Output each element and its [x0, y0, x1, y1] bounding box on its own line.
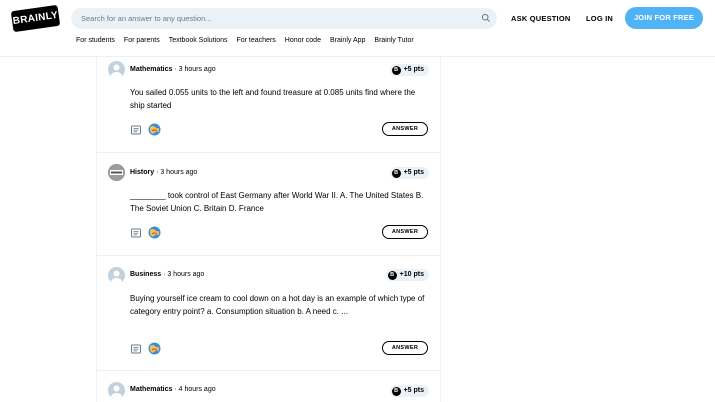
avatar[interactable] — [108, 267, 125, 284]
points-icon: B — [387, 270, 397, 280]
question-attachments — [130, 342, 161, 355]
ask-question-button[interactable]: ASK QUESTION — [511, 14, 571, 23]
points-badge: B +5 pts — [389, 167, 429, 179]
question-text[interactable]: You sailed 0.055 units to the left and f… — [130, 86, 426, 112]
avatar[interactable] — [108, 61, 125, 78]
answer-button[interactable]: ANSWER — [382, 225, 428, 239]
points-value: +5 pts — [403, 169, 424, 176]
nav-brainly-tutor[interactable]: Brainly Tutor — [374, 37, 413, 44]
nav-for-students[interactable]: For students — [76, 37, 115, 44]
points-icon: B — [391, 65, 401, 75]
login-button[interactable]: LOG IN — [586, 14, 613, 23]
points-value: +10 pts — [399, 271, 424, 278]
points-value: +5 pts — [403, 66, 424, 73]
search-bar[interactable] — [71, 8, 497, 29]
globe-icon — [148, 226, 161, 239]
document-icon — [131, 228, 141, 237]
subject-link[interactable]: History — [130, 169, 154, 176]
user-avatar-image — [108, 164, 125, 181]
question-time: · 3 hours ago — [172, 66, 216, 73]
question-text[interactable]: ________ took control of East Germany af… — [130, 189, 426, 215]
user-icon — [111, 385, 122, 399]
header: BRAINLY ASK QUESTION LOG IN JOIN FOR FRE… — [0, 0, 715, 57]
document-icon — [131, 125, 141, 134]
question-card: Business · 3 hours ago B +10 pts Buying y… — [96, 256, 441, 371]
answer-button[interactable]: ANSWER — [382, 122, 428, 136]
nav-textbook-solutions[interactable]: Textbook Solutions — [169, 37, 228, 44]
question-time: · 3 hours ago — [161, 271, 205, 278]
question-attachments — [130, 226, 161, 239]
subject-link[interactable]: Mathematics — [130, 386, 172, 393]
brainly-logo[interactable]: BRAINLY — [10, 4, 61, 33]
subject-link[interactable]: Mathematics — [130, 66, 172, 73]
points-icon: B — [391, 386, 401, 396]
globe-icon — [148, 123, 161, 136]
question-meta: History · 3 hours ago — [130, 169, 197, 176]
question-time: · 4 hours ago — [172, 386, 216, 393]
join-button[interactable]: JOIN FOR FREE — [625, 7, 703, 29]
question-meta: Mathematics · 3 hours ago — [130, 66, 216, 73]
top-nav: For students For parents Textbook Soluti… — [76, 37, 423, 44]
avatar[interactable] — [108, 164, 125, 181]
points-badge: B +10 pts — [385, 269, 429, 281]
globe-icon — [148, 342, 161, 355]
question-card: Mathematics · 3 hours ago B +5 pts You sa… — [96, 57, 441, 153]
nav-for-teachers[interactable]: For teachers — [236, 37, 275, 44]
points-badge: B +5 pts — [389, 64, 429, 76]
avatar[interactable] — [108, 382, 125, 399]
question-meta: Mathematics · 4 hours ago — [130, 386, 216, 393]
user-icon — [111, 64, 122, 78]
question-card: History · 3 hours ago B +5 pts ________ t… — [96, 153, 441, 256]
question-meta: Business · 3 hours ago — [130, 271, 204, 278]
points-icon: B — [391, 168, 401, 178]
nav-honor-code[interactable]: Honor code — [285, 37, 321, 44]
search-input[interactable] — [81, 8, 461, 29]
nav-brainly-app[interactable]: Brainly App — [330, 37, 365, 44]
question-card: Mathematics · 4 hours ago B +5 pts — [96, 371, 441, 402]
search-icon[interactable] — [481, 13, 491, 23]
subject-link[interactable]: Business — [130, 271, 161, 278]
nav-for-parents[interactable]: For parents — [124, 37, 160, 44]
points-badge: B +5 pts — [389, 385, 429, 397]
question-time: · 3 hours ago — [154, 169, 198, 176]
question-text[interactable]: Buying yourself ice cream to cool down o… — [130, 292, 426, 318]
question-attachments — [130, 123, 161, 136]
answer-button[interactable]: ANSWER — [382, 341, 428, 355]
user-icon — [111, 270, 122, 284]
points-value: +5 pts — [403, 387, 424, 394]
document-icon — [131, 344, 141, 353]
